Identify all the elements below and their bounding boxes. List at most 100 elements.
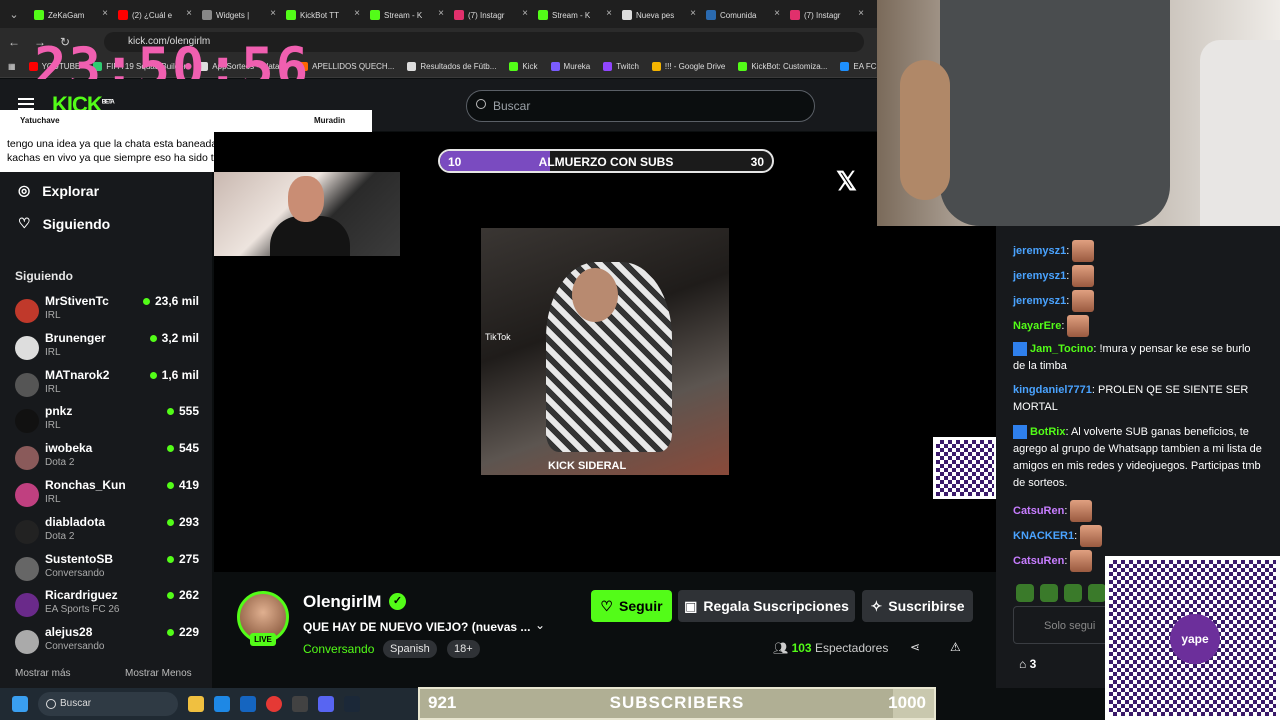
emote-icon[interactable] bbox=[1088, 584, 1106, 602]
taskbar-search[interactable]: Buscar bbox=[38, 692, 178, 716]
browser-tab[interactable]: (2) ¿Cuál e × bbox=[112, 3, 196, 27]
badge-icon bbox=[1013, 342, 1027, 357]
avatar bbox=[15, 556, 39, 581]
warning-icon[interactable]: ⚠ bbox=[950, 640, 961, 654]
close-icon[interactable]: × bbox=[270, 8, 276, 19]
close-icon[interactable]: × bbox=[102, 8, 108, 19]
emote-icon[interactable] bbox=[1064, 584, 1082, 602]
chat-username[interactable]: CatsuRen bbox=[1013, 505, 1064, 517]
heart-icon: ♡ bbox=[18, 215, 31, 231]
chat-message: BotRix: Al volverte SUB ganas beneficios… bbox=[1013, 424, 1263, 492]
bookmark-item[interactable]: Kick bbox=[509, 62, 538, 71]
tab-favicon-icon bbox=[118, 10, 128, 20]
chat-username[interactable]: CatsuRen bbox=[1013, 555, 1064, 567]
nav-explore[interactable]: ◎ Explorar bbox=[18, 182, 99, 199]
bookmark-favicon-icon bbox=[407, 62, 417, 71]
tab-favicon-icon bbox=[622, 10, 632, 20]
tab-search-icon[interactable]: ⌄ bbox=[0, 0, 28, 28]
emote-icon[interactable] bbox=[1040, 584, 1058, 602]
browser-tab[interactable]: (7) Instagr × bbox=[448, 3, 532, 27]
windows-taskbar: Buscar bbox=[0, 688, 418, 720]
close-icon[interactable]: × bbox=[354, 8, 360, 19]
bookmark-item[interactable]: KickBot: Customiza... bbox=[738, 62, 827, 71]
show-more-button[interactable]: Mostrar más bbox=[15, 668, 71, 679]
following-category: Dota 2 bbox=[45, 457, 75, 469]
folder-icon[interactable] bbox=[188, 696, 204, 712]
menu-icon[interactable] bbox=[18, 98, 34, 110]
chat-username[interactable]: BotRix bbox=[1030, 426, 1065, 438]
following-item[interactable]: MATnarok2 IRL 1,6 mil bbox=[15, 368, 205, 402]
browser-tab[interactable]: ZeKaGam × bbox=[28, 3, 112, 27]
browser-tab[interactable]: KickBot TT × bbox=[280, 3, 364, 27]
emote-icon[interactable] bbox=[1016, 584, 1034, 602]
close-icon[interactable]: × bbox=[606, 8, 612, 19]
share-icon[interactable]: ⋖ bbox=[910, 640, 920, 654]
edge-icon[interactable] bbox=[214, 696, 230, 712]
following-item[interactable]: alejus28 Conversando 229 bbox=[15, 625, 205, 659]
following-viewers: 23,6 mil bbox=[142, 294, 199, 308]
chat-message: jeremysz1: bbox=[1013, 290, 1263, 312]
bookmark-item[interactable]: Twitch bbox=[603, 62, 639, 71]
gift-subs-button[interactable]: ▣ Regala Suscripciones bbox=[678, 590, 855, 622]
chat-username[interactable]: kingdaniel7771 bbox=[1013, 384, 1092, 396]
chat-username[interactable]: NayarEre bbox=[1013, 320, 1061, 332]
close-icon[interactable]: × bbox=[858, 8, 864, 19]
close-icon[interactable]: × bbox=[774, 8, 780, 19]
subscribers-target: 1000 bbox=[888, 693, 926, 712]
apps-grid-icon[interactable]: ▦ bbox=[8, 62, 16, 71]
following-name: pnkz bbox=[45, 404, 73, 419]
app-icon[interactable] bbox=[292, 696, 308, 712]
nav-following[interactable]: ♡ Siguiendo bbox=[18, 215, 110, 232]
chrome-icon[interactable] bbox=[266, 696, 282, 712]
chat-username[interactable]: Jam_Tocino bbox=[1030, 343, 1093, 355]
bookmark-item[interactable]: Mureka bbox=[550, 62, 590, 71]
discord-icon[interactable] bbox=[318, 696, 334, 712]
close-icon[interactable]: × bbox=[690, 8, 696, 19]
chat-input[interactable]: Solo segui bbox=[1013, 606, 1113, 644]
bookmark-item[interactable]: EA FC 2 bbox=[840, 62, 877, 71]
following-name: iwobeka bbox=[45, 441, 93, 456]
browser-tab[interactable]: Stream - K × bbox=[532, 3, 616, 27]
chat-username[interactable]: jeremysz1 bbox=[1013, 295, 1066, 307]
following-item[interactable]: Ronchas_Kun IRL 419 bbox=[15, 478, 205, 512]
tag-age[interactable]: 18+ bbox=[447, 640, 480, 658]
chevron-down-icon[interactable]: ⌄ bbox=[535, 618, 545, 632]
bookmark-item[interactable]: !!! - Google Drive bbox=[651, 62, 725, 71]
following-item[interactable]: Ricardriguez EA Sports FC 26 262 bbox=[15, 588, 205, 622]
store-button[interactable]: ⌂ 3 bbox=[1019, 657, 1036, 671]
browser-tab[interactable]: Stream - K × bbox=[364, 3, 448, 27]
chat-username[interactable]: KNACKER1 bbox=[1013, 530, 1074, 542]
bookmark-item[interactable]: APELLIDOS QUECH... bbox=[299, 62, 394, 71]
search-input[interactable]: Buscar bbox=[466, 90, 815, 122]
steam-icon[interactable] bbox=[344, 696, 360, 712]
chat-username[interactable]: jeremysz1 bbox=[1013, 245, 1066, 257]
store-app-icon[interactable] bbox=[240, 696, 256, 712]
follow-button[interactable]: ♡ Seguir bbox=[591, 590, 672, 622]
avatar bbox=[15, 446, 39, 471]
following-item[interactable]: MrStivenTc IRL 23,6 mil bbox=[15, 294, 205, 328]
following-item[interactable]: pnkz IRL 555 bbox=[15, 404, 205, 438]
following-item[interactable]: diabladota Dota 2 293 bbox=[15, 515, 205, 549]
browser-tab[interactable]: Widgets | × bbox=[196, 3, 280, 27]
browser-tab[interactable]: Comunida × bbox=[700, 3, 784, 27]
close-icon[interactable]: × bbox=[186, 8, 192, 19]
bookmark-item[interactable]: Resultados de Fútb... bbox=[407, 62, 496, 71]
back-arrow-icon[interactable]: ← bbox=[8, 35, 20, 49]
show-less-button[interactable]: Mostrar Menos bbox=[125, 668, 192, 679]
tab-favicon-icon bbox=[538, 10, 548, 20]
following-item[interactable]: iwobeka Dota 2 545 bbox=[15, 441, 205, 475]
close-icon[interactable]: × bbox=[438, 8, 444, 19]
close-icon[interactable]: × bbox=[522, 8, 528, 19]
browser-tab[interactable]: (7) Instagr × bbox=[784, 3, 868, 27]
following-name: Ronchas_Kun bbox=[45, 478, 126, 492]
following-item[interactable]: SustentoSB Conversando 275 bbox=[15, 552, 205, 586]
browser-tab[interactable]: Nueva pes × bbox=[616, 3, 700, 27]
subscribe-button[interactable]: ✧ Suscribirse bbox=[862, 590, 973, 622]
tag-language[interactable]: Spanish bbox=[383, 640, 437, 658]
stream-category[interactable]: Conversando bbox=[303, 642, 374, 656]
channel-name[interactable]: OlengirlM bbox=[303, 592, 381, 612]
following-item[interactable]: Brunenger IRL 3,2 mil bbox=[15, 331, 205, 365]
chat-username[interactable]: jeremysz1 bbox=[1013, 270, 1066, 282]
nav-explore-label: Explorar bbox=[42, 182, 100, 199]
windows-start-icon[interactable] bbox=[12, 696, 28, 712]
